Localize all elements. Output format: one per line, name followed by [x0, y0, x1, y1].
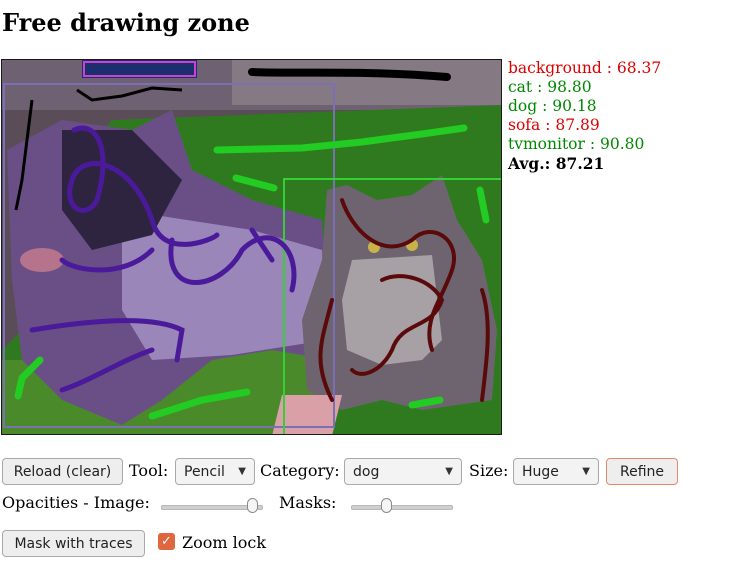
opacity-masks-label: Masks: [279, 493, 337, 512]
score-background: background : 68.37 [508, 59, 662, 77]
masks-opacity-slider[interactable] [351, 498, 453, 513]
size-select[interactable]: Huge ▼ [513, 458, 599, 485]
score-cat: cat : 98.80 [508, 78, 592, 96]
zoom-lock-checkbox[interactable]: ✓ [158, 533, 175, 550]
size-label: Size: [469, 461, 509, 480]
category-select[interactable]: dog ▼ [344, 458, 462, 485]
masks-opacity-thumb[interactable] [380, 498, 392, 513]
tool-label: Tool: [129, 461, 169, 480]
score-sofa: sofa : 87.89 [508, 116, 600, 134]
category-select-value: dog [353, 463, 380, 480]
chevron-down-icon: ▼ [582, 466, 590, 477]
opacity-image-label: Opacities - Image: [2, 493, 150, 512]
tool-select[interactable]: Pencil ▼ [175, 458, 255, 485]
trace-black [248, 68, 451, 81]
size-select-value: Huge [522, 463, 559, 480]
zoom-lock-label: Zoom lock [182, 533, 267, 552]
tool-select-value: Pencil [184, 463, 225, 480]
drawing-canvas[interactable] [1, 59, 502, 435]
score-average: Avg.: 87.21 [508, 154, 605, 173]
chevron-down-icon: ▼ [445, 466, 453, 477]
category-label: Category: [260, 461, 340, 480]
chevron-down-icon: ▼ [238, 466, 246, 477]
segmentation-image[interactable] [2, 60, 502, 435]
page-title: Free drawing zone [2, 8, 250, 37]
score-dog: dog : 90.18 [508, 97, 597, 115]
score-panel: background : 68.37 cat : 98.80 dog : 90.… [508, 59, 661, 173]
check-icon: ✓ [161, 534, 172, 549]
image-opacity-slider[interactable] [161, 498, 263, 513]
mask-with-traces-button[interactable]: Mask with traces [2, 530, 145, 557]
refine-button[interactable]: Refine [606, 458, 678, 485]
reload-clear-button[interactable]: Reload (clear) [2, 458, 123, 485]
image-opacity-thumb[interactable] [246, 498, 258, 513]
score-tvmonitor: tvmonitor : 90.80 [508, 135, 645, 153]
